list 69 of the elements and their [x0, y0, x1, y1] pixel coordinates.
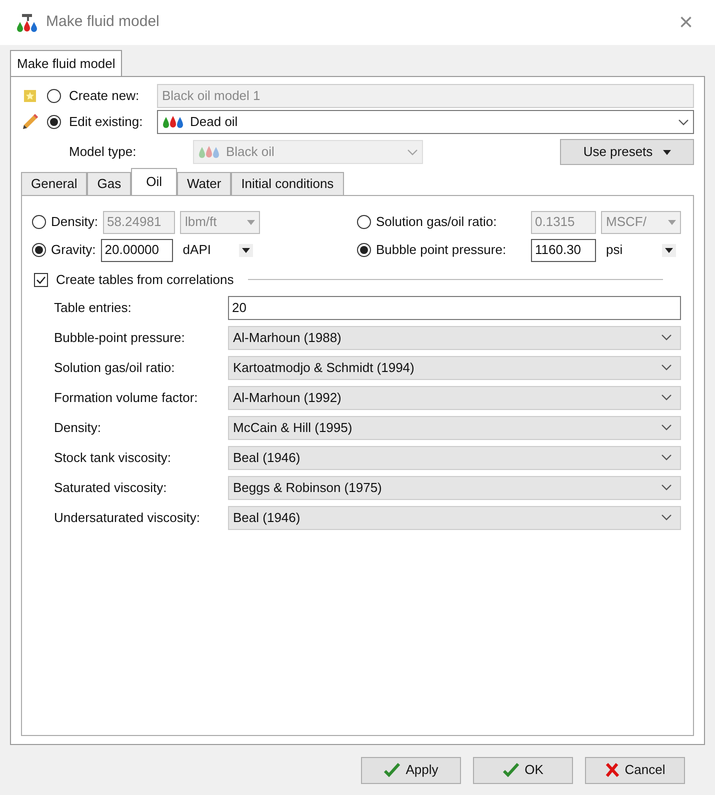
close-button[interactable]: × [672, 10, 699, 34]
correlation-dropdown[interactable]: Kartoatmodjo & Schmidt (1994) [228, 356, 681, 380]
correlation-dropdown[interactable]: Al-Marhoun (1988) [228, 326, 681, 350]
dropdown[interactable]: Dead oil [157, 110, 694, 134]
tab[interactable]: Water [176, 172, 232, 195]
use-presets-button[interactable]: Use presets [560, 139, 694, 165]
option-label: Create new: [69, 87, 140, 106]
field-label: Bubble-point pressure: [54, 328, 186, 347]
tab[interactable]: Gas [87, 172, 132, 195]
field-label: Undersaturated viscosity: [54, 508, 201, 527]
correlation-dropdown[interactable]: Beal (1946) [228, 506, 681, 530]
radio-button[interactable] [47, 115, 61, 129]
chevron-down-icon [661, 334, 672, 341]
field-label: Solution gas/oil ratio: [54, 358, 176, 377]
tab[interactable]: General [21, 172, 88, 195]
field-label: Table entries: [54, 298, 132, 317]
cross-icon [604, 763, 619, 777]
chevron-down-icon [661, 484, 672, 491]
checkbox[interactable] [34, 272, 48, 287]
field-label: Formation volume factor: [54, 388, 199, 407]
correlation-dropdown[interactable]: Al-Marhoun (1992) [228, 386, 681, 410]
chevron-down-icon [661, 424, 672, 431]
caret-icon [662, 150, 671, 154]
check-icon [502, 763, 519, 777]
dialog-button[interactable]: Cancel [585, 756, 685, 784]
chevron-down-icon [661, 514, 672, 521]
check-icon [384, 763, 400, 777]
table-entries-field[interactable]: 20 [228, 296, 681, 320]
value-field[interactable]: 1160.30 [531, 238, 596, 262]
field-label: Density: [51, 213, 98, 232]
radio-button[interactable] [357, 215, 371, 229]
field-label: Bubble point pressure: [376, 241, 508, 260]
pencil-icon [21, 113, 39, 131]
checkbox-label: Create tables from correlations [56, 271, 234, 289]
caret-icon [668, 220, 676, 224]
chevron-down-icon [407, 148, 418, 156]
chevron-down-icon [661, 394, 672, 401]
field-label: Gravity: [51, 241, 96, 260]
correlation-dropdown[interactable]: McCain & Hill (1995) [228, 416, 681, 440]
droplets-icon [198, 145, 220, 159]
radio-button[interactable] [32, 215, 46, 229]
dialog-button[interactable]: OK [473, 756, 573, 784]
tab[interactable]: Make fluid model [10, 50, 122, 76]
tab[interactable]: Initial conditions [231, 172, 344, 195]
unit-dropdown[interactable]: psi [601, 238, 681, 262]
value-field[interactable]: 20.00000 [100, 238, 173, 262]
field-label: Saturated viscosity: [54, 478, 168, 497]
caret-icon [665, 248, 673, 252]
field-label: Model type: [69, 143, 138, 162]
radio-button[interactable] [32, 243, 46, 257]
chevron-down-icon [661, 364, 672, 371]
tab[interactable]: Oil [131, 168, 177, 195]
unit-dropdown[interactable]: dAPI [178, 238, 258, 262]
chevron-down-icon [661, 454, 672, 461]
radio-button[interactable] [357, 243, 371, 257]
app-icon [16, 14, 38, 32]
correlation-dropdown[interactable]: Beal (1946) [228, 446, 681, 470]
correlation-dropdown[interactable]: Beggs & Robinson (1975) [228, 476, 681, 500]
droplets-icon [162, 115, 184, 129]
radio-button[interactable] [47, 89, 61, 103]
caret-icon [242, 248, 250, 252]
dialog-button[interactable]: Apply [361, 756, 461, 784]
option-label: Edit existing: [69, 113, 144, 132]
caret-icon [246, 220, 255, 224]
field-label: Stock tank viscosity: [54, 448, 172, 467]
chevron-down-icon [678, 118, 689, 126]
field-label: Solution gas/oil ratio: [376, 213, 498, 232]
window-title: Make fluid model [46, 12, 160, 32]
field-label: Density: [54, 418, 102, 437]
